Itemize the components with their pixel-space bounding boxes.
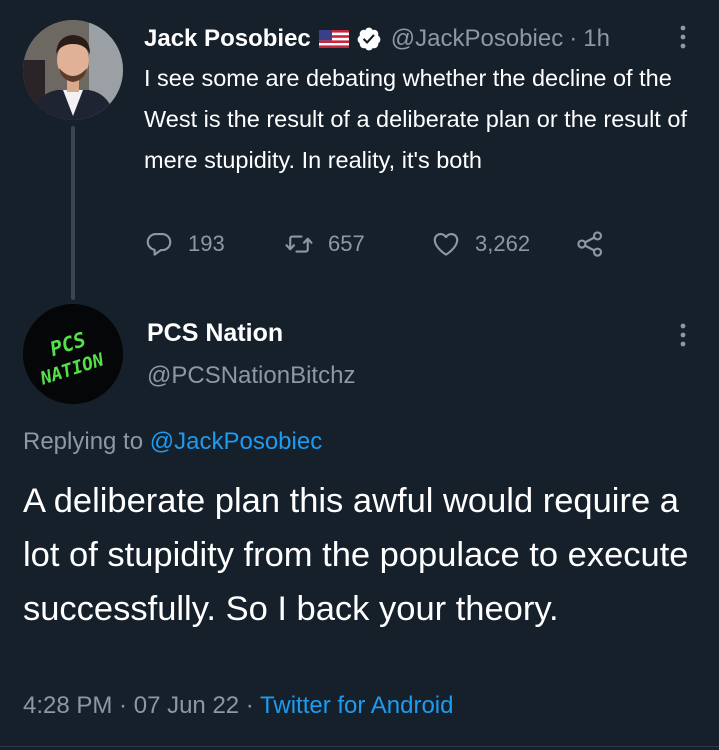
pcs-nation-logo: PCS NATION: [23, 304, 123, 404]
like-count: 3,262: [475, 231, 531, 256]
share-icon: [577, 231, 603, 257]
reply-icon: [146, 232, 172, 256]
reply-tweet-text: A deliberate plan this awful would requi…: [23, 482, 689, 628]
us-flag-icon: [318, 28, 349, 50]
more-options-icon[interactable]: [673, 322, 693, 348]
tweet-time[interactable]: 1h: [583, 25, 610, 53]
thread-connector-line: [71, 126, 75, 300]
more-options-icon[interactable]: [673, 24, 693, 50]
separator-dot: ·: [569, 25, 578, 52]
avatar-photo: [23, 20, 123, 120]
reply-author-avatar[interactable]: PCS NATION: [23, 304, 123, 404]
reply-count: 193: [188, 231, 225, 256]
author-avatar[interactable]: [23, 20, 123, 120]
tweet-date[interactable]: 07 Jun 22: [134, 692, 239, 719]
separator-dot: ·: [112, 692, 134, 719]
author-name[interactable]: Jack Posobiec: [144, 25, 311, 53]
reply-button[interactable]: 193: [144, 226, 225, 262]
like-button[interactable]: 3,262: [431, 226, 530, 262]
share-button[interactable]: [575, 226, 605, 262]
verified-badge-icon: [356, 26, 382, 52]
retweet-icon: [285, 235, 313, 253]
tweet-time[interactable]: 4:28 PM: [23, 692, 112, 719]
reply-author-handle[interactable]: @PCSNationBitchz: [147, 362, 355, 390]
separator-dot: ·: [239, 692, 261, 719]
tweet-text: I see some are debating whether the decl…: [144, 65, 687, 173]
replying-to-mention[interactable]: @JackPosobiec: [150, 428, 322, 455]
replying-prefix: Replying to: [23, 428, 150, 455]
tweet-actions: 193 657 3,262: [144, 226, 614, 262]
author-handle[interactable]: @JackPosobiec: [391, 25, 563, 53]
retweet-count: 657: [328, 231, 365, 256]
tweet-header: Jack Posobiec @JackPosobiec · 1h: [144, 22, 610, 56]
tweet-source-link[interactable]: Twitter for Android: [260, 692, 453, 719]
parent-tweet: Jack Posobiec @JackPosobiec · 1h I see s…: [0, 0, 719, 300]
reply-author-name[interactable]: PCS Nation: [147, 319, 283, 348]
retweet-button[interactable]: 657: [284, 226, 365, 262]
heart-icon: [433, 232, 459, 256]
divider: [0, 746, 719, 747]
replying-to: Replying to @JackPosobiec: [23, 428, 322, 456]
tweet-metadata: 4:28 PM · 07 Jun 22 · Twitter for Androi…: [23, 692, 453, 720]
